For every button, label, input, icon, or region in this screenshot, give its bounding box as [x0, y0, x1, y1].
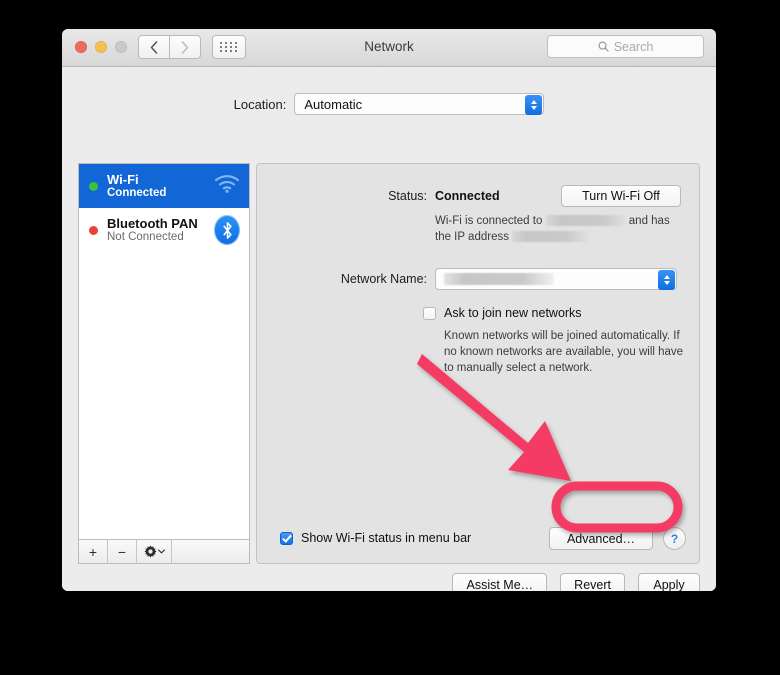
advanced-button[interactable]: Advanced… [549, 527, 653, 550]
network-preferences-window: Network Search Location: Automatic Wi-Fi… [62, 29, 716, 591]
bluetooth-icon [214, 215, 240, 245]
search-icon [598, 41, 609, 52]
ask-to-join-checkbox[interactable] [423, 306, 436, 320]
network-name-popup-button[interactable] [435, 268, 677, 290]
turn-wifi-off-button[interactable]: Turn Wi-Fi Off [561, 185, 681, 207]
location-row: Location: Automatic [62, 93, 716, 115]
sidebar-item-wifi-state: Connected [107, 186, 167, 199]
search-input[interactable]: Search [547, 35, 704, 58]
add-service-button[interactable]: + [79, 540, 108, 563]
redacted-ip-address [512, 230, 589, 242]
ask-to-join-section: Ask to join new networks Known networks … [423, 306, 692, 376]
remove-service-button[interactable]: − [108, 540, 137, 563]
redacted-ssid [545, 215, 626, 226]
sidebar-item-wifi-name: Wi-Fi [107, 171, 139, 187]
status-dot-not-connected [89, 225, 98, 235]
sidebar-item-wifi[interactable]: Wi-Fi Connected [79, 164, 249, 208]
revert-button[interactable]: Revert [560, 573, 625, 591]
help-button[interactable]: ? [663, 527, 686, 550]
show-wifi-status-label: Show Wi-Fi status in menu bar [301, 531, 472, 545]
sidebar-item-bluetooth-pan[interactable]: Bluetooth PAN Not Connected [79, 208, 249, 252]
gear-icon [143, 545, 157, 558]
location-label: Location: [233, 96, 287, 112]
status-label: Status: [388, 189, 427, 203]
status-description-prefix: Wi-Fi is connected to [435, 215, 543, 227]
redacted-network-name [444, 273, 554, 285]
popup-arrows-icon [525, 95, 543, 115]
sidebar-item-bluetooth-name: Bluetooth PAN [107, 215, 198, 231]
preferences-body: Location: Automatic Wi-Fi Connected Blue… [62, 67, 716, 591]
ask-to-join-label: Ask to join new networks [444, 306, 582, 320]
network-name-label: Network Name: [340, 272, 427, 286]
status-value: Connected [435, 189, 500, 203]
sidebar-item-bluetooth-state: Not Connected [107, 230, 184, 243]
location-value: Automatic [304, 96, 363, 112]
status-description-suffix: address [468, 230, 509, 243]
status-dot-connected [89, 181, 98, 191]
popup-arrows-icon [658, 270, 675, 290]
services-toolbar: + − [78, 540, 250, 564]
ask-to-join-row[interactable]: Ask to join new networks [423, 306, 692, 320]
location-popup-button[interactable]: Automatic [294, 93, 545, 115]
search-placeholder: Search [613, 39, 654, 54]
chevron-down-icon [157, 549, 165, 554]
ask-to-join-description: Known networks will be joined automatica… [444, 330, 684, 375]
show-wifi-status-row[interactable]: Show Wi-Fi status in menu bar [280, 531, 471, 545]
footer-buttons: Assist Me… Revert Apply [452, 573, 700, 591]
apply-button[interactable]: Apply [638, 573, 700, 591]
network-services-list[interactable]: Wi-Fi Connected Bluetooth PAN Not Connec… [78, 163, 250, 540]
service-actions-button[interactable] [137, 540, 172, 563]
window-titlebar: Network Search [62, 29, 716, 67]
assist-me-button[interactable]: Assist Me… [452, 573, 548, 591]
wifi-icon [214, 174, 240, 198]
wifi-settings-panel: Status: Connected Turn Wi-Fi Off Wi-Fi i… [256, 163, 700, 564]
show-wifi-status-checkbox[interactable] [280, 531, 293, 545]
status-description: Wi-Fi is connected to and has the IP add… [435, 214, 687, 245]
